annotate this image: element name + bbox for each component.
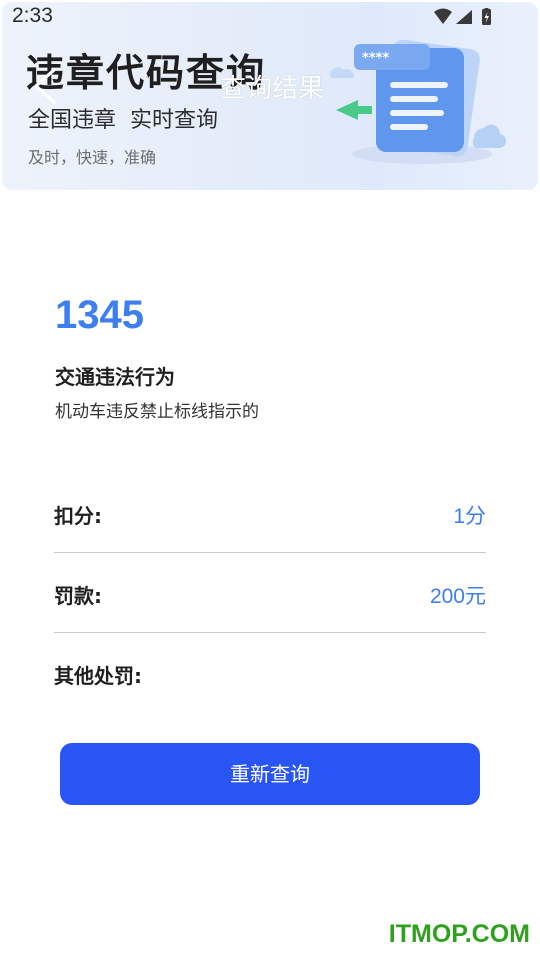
divider <box>54 552 486 553</box>
watermark-logo: ITMOP.COM <box>388 920 530 948</box>
banner-subtitle: 全国违章 实时查询 <box>28 108 218 133</box>
detail-row-other-penalty: 其他处罚: <box>54 660 486 740</box>
divider <box>54 632 486 633</box>
fine-value: 200元 <box>429 585 486 608</box>
violation-code: 1345 <box>55 293 144 337</box>
banner-tagline: 及时，快速，准确 <box>28 148 157 167</box>
page-title: 查询结果 <box>219 74 324 104</box>
points-label: 扣分: <box>54 504 102 528</box>
illustration-stars: **** <box>362 51 389 66</box>
status-time: 2:33 <box>12 4 53 27</box>
requery-button[interactable]: 重新查询 <box>60 743 480 805</box>
behavior-description: 机动车违反禁止标线指示的 <box>55 402 259 422</box>
detail-row-fine: 罚款: 200元 <box>54 580 486 660</box>
battery-icon <box>482 8 491 25</box>
behavior-label: 交通违法行为 <box>55 365 175 389</box>
status-icons <box>434 8 491 25</box>
signal-icon <box>456 10 472 24</box>
detail-row-points: 扣分: 1分 <box>54 500 486 580</box>
points-value: 1分 <box>453 505 486 528</box>
other-penalty-label: 其他处罚: <box>54 664 142 688</box>
status-bar: 2:33 <box>0 0 540 36</box>
fine-label: 罚款: <box>54 584 102 608</box>
wifi-icon <box>434 8 452 24</box>
